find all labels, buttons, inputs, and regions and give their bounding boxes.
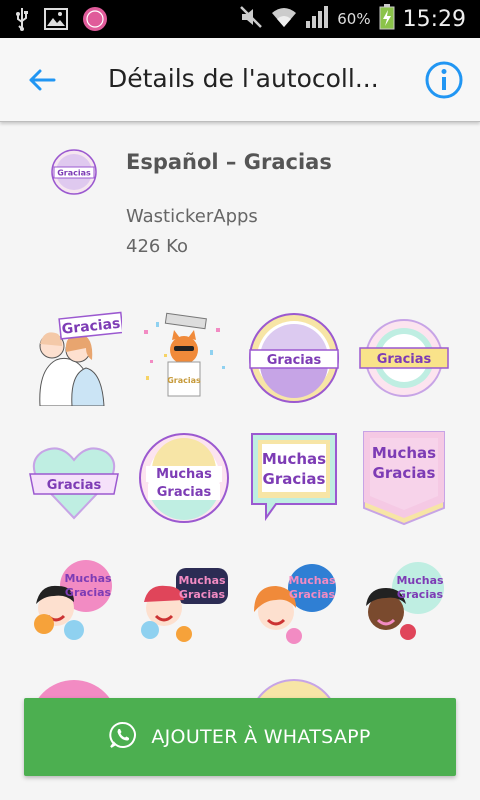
status-bar: 60% 15:29 (0, 0, 480, 38)
add-to-whatsapp-label: AJOUTER À WHATSAPP (151, 726, 371, 748)
svg-text:Gracias: Gracias (289, 588, 336, 601)
sticker-couple-gracias[interactable]: Gracias (26, 310, 124, 407)
svg-text:Gracias: Gracias (267, 353, 322, 368)
page-title: Détails de l'autocoll... (108, 64, 379, 93)
sticker-partial-1[interactable] (26, 676, 122, 698)
svg-text:Muchas: Muchas (396, 574, 444, 587)
sticker-muchas-gracias-banner[interactable]: Muchas Gracias (356, 430, 452, 526)
battery-charging-icon (379, 4, 395, 34)
sticker-badge-gracias-rings[interactable]: Gracias (356, 310, 452, 406)
sticker-cap-boy-muchas-gracias[interactable]: Muchas Gracias (136, 558, 232, 654)
sticker-muchas-gracias-round[interactable]: Muchas Gracias (136, 430, 232, 526)
signal-icon (305, 5, 329, 33)
sticker-badge-gracias-round[interactable]: Gracias (246, 310, 342, 406)
pack-name: Español – Gracias (126, 150, 332, 174)
pack-size: 426 Ko (126, 236, 188, 257)
pack-publisher: WastickerApps (126, 206, 258, 227)
battery-percent: 60% (337, 10, 371, 28)
svg-text:Gracias: Gracias (377, 352, 432, 367)
sticker-boy-muchas-gracias[interactable]: Muchas Gracias (26, 558, 122, 654)
pack-tray-icon: Gracias (50, 148, 98, 196)
svg-text:Muchas: Muchas (64, 572, 112, 585)
sticker-partial-2[interactable] (246, 676, 342, 698)
clock: 15:29 (402, 6, 466, 32)
svg-text:Gracias: Gracias (167, 376, 201, 385)
sticker-girl2-muchas-gracias[interactable]: Muchas Gracias (356, 558, 452, 654)
svg-text:Gracias: Gracias (157, 485, 212, 500)
svg-text:Gracias: Gracias (263, 470, 326, 488)
svg-text:Gracias: Gracias (57, 169, 91, 178)
svg-text:Muchas: Muchas (156, 467, 212, 482)
svg-text:Muchas: Muchas (372, 444, 436, 462)
svg-text:Muchas: Muchas (288, 574, 336, 587)
svg-text:Gracias: Gracias (179, 588, 226, 601)
svg-text:Gracias: Gracias (397, 588, 444, 601)
info-button[interactable] (424, 60, 464, 100)
info-icon (425, 61, 463, 99)
usb-icon (14, 7, 30, 35)
app-notification-icon (82, 6, 108, 36)
arrow-back-icon (29, 69, 56, 91)
back-button[interactable] (22, 60, 62, 100)
sticker-muchas-gracias-bubble[interactable]: Muchas Gracias (246, 430, 342, 526)
svg-text:Gracias: Gracias (373, 464, 436, 482)
sticker-girl-muchas-gracias[interactable]: Muchas Gracias (246, 558, 342, 654)
svg-text:Muchas: Muchas (262, 450, 326, 468)
svg-text:Muchas: Muchas (178, 574, 226, 587)
sticker-heart-gracias[interactable]: Gracias (26, 430, 122, 526)
mute-icon (239, 5, 263, 33)
whatsapp-icon (109, 721, 137, 753)
wifi-icon (271, 5, 297, 33)
svg-text:Gracias: Gracias (47, 478, 102, 493)
app-bar: Détails de l'autocoll... (0, 38, 480, 122)
gallery-icon (44, 8, 68, 34)
sticker-cat-gift-gracias[interactable]: Gracias (136, 310, 232, 406)
add-to-whatsapp-button[interactable]: AJOUTER À WHATSAPP (24, 698, 456, 776)
svg-text:Gracias: Gracias (65, 586, 112, 599)
